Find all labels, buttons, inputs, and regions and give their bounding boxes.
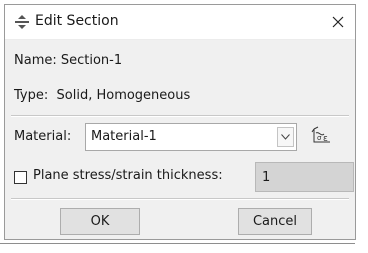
svg-text:σ: σ <box>317 134 322 142</box>
divider <box>11 115 349 117</box>
type-row: Type: Solid, Homogeneous <box>14 88 190 103</box>
thickness-value: 1 <box>262 170 271 185</box>
section-app-icon <box>14 14 30 30</box>
chevron-down-icon[interactable] <box>277 127 294 147</box>
plane-thickness-label: Plane stress/strain thickness: <box>33 168 223 183</box>
name-row: Name: Section-1 <box>14 53 122 68</box>
material-label: Material: <box>14 129 72 144</box>
edit-section-dialog: Edit Section Name: Section-1 Type: Solid… <box>4 4 356 240</box>
material-selected-value: Material-1 <box>91 129 157 144</box>
name-value: Section-1 <box>60 53 123 68</box>
material-combobox[interactable]: Material-1 <box>85 123 297 151</box>
material-manager-icon[interactable]: ε σ <box>311 125 335 147</box>
close-icon[interactable] <box>321 5 355 39</box>
thickness-input[interactable]: 1 <box>255 162 354 192</box>
divider <box>11 198 349 200</box>
window-shadow-edge <box>0 243 355 244</box>
dialog-title: Edit Section <box>35 13 119 29</box>
title-bar[interactable]: Edit Section <box>5 5 355 40</box>
plane-thickness-checkbox[interactable] <box>14 171 27 184</box>
cancel-button[interactable]: Cancel <box>238 208 312 235</box>
ok-button[interactable]: OK <box>60 208 140 235</box>
name-label: Name: <box>14 53 57 68</box>
type-value: Solid, Homogeneous <box>56 88 191 103</box>
svg-text:ε: ε <box>323 134 328 144</box>
type-label: Type: <box>14 88 49 103</box>
